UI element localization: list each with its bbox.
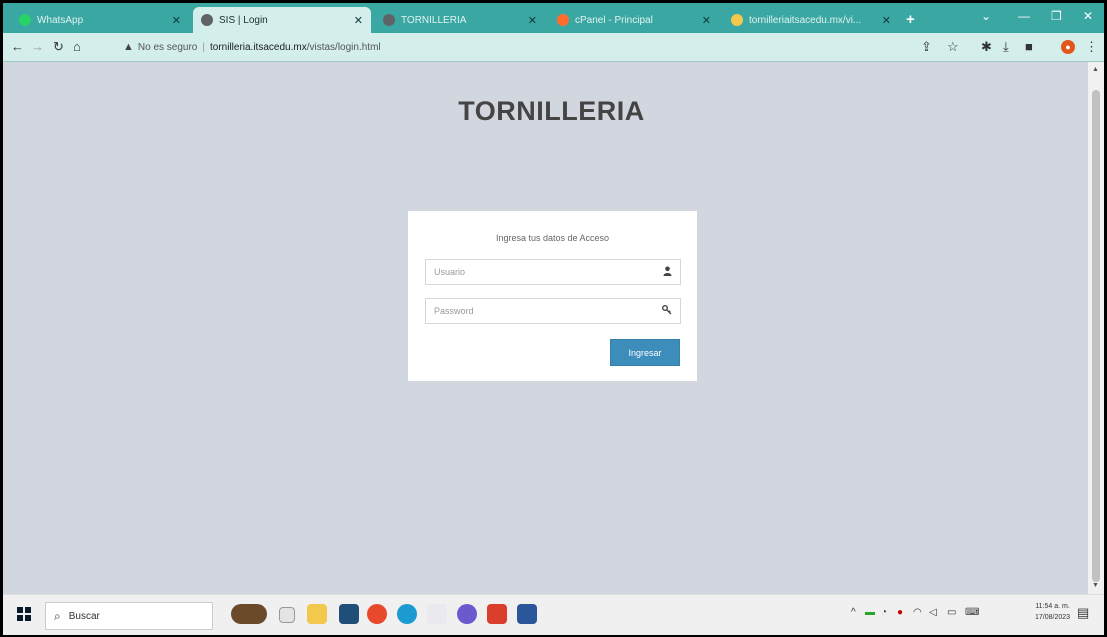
menu-icon[interactable]: ⋮ — [1085, 39, 1098, 55]
whatsapp-icon — [19, 14, 31, 26]
home-icon[interactable]: ⌂ — [73, 39, 81, 54]
star-icon[interactable]: ☆ — [947, 39, 959, 55]
browser-toolbar: ← → ↻ ⌂ ▲ No es seguro | tornilleria.its… — [3, 33, 1104, 62]
tab-title: tornilleriaitsacedu.mx/vi... — [749, 14, 862, 26]
new-tab-icon[interactable]: + — [906, 11, 915, 28]
scrollbar-thumb[interactable] — [1092, 90, 1100, 582]
forward-arrow-icon[interactable]: → — [31, 39, 44, 54]
scroll-down-icon[interactable]: ▼ — [1092, 582, 1099, 589]
password-field[interactable] — [425, 298, 681, 324]
network-icon[interactable]: ◔ — [881, 607, 887, 618]
word-icon[interactable] — [517, 604, 537, 624]
username-input[interactable] — [426, 260, 662, 284]
password-input[interactable] — [426, 299, 662, 323]
sidebar-icon[interactable]: ■ — [1025, 39, 1033, 54]
wifi-icon[interactable]: ◠ — [913, 607, 922, 618]
close-tab-icon[interactable]: ✕ — [702, 14, 711, 27]
close-window-icon[interactable]: ✕ — [1083, 9, 1093, 23]
store-icon[interactable] — [339, 604, 359, 624]
tab-sis-login[interactable]: SIS | Login ✕ — [193, 7, 371, 33]
key-icon — [662, 305, 672, 318]
app-a-icon[interactable] — [427, 604, 447, 624]
tab-title: WhatsApp — [37, 14, 84, 26]
search-icon: ⌕ — [54, 608, 61, 623]
volume-icon[interactable]: ◁ — [929, 607, 937, 618]
tab-cpanel[interactable]: cPanel - Principal ✕ — [549, 7, 719, 33]
user-icon — [663, 266, 672, 279]
close-tab-icon[interactable]: ✕ — [354, 14, 363, 27]
warning-icon: ▲ — [123, 41, 134, 53]
chevron-up-icon[interactable]: ^ — [851, 607, 856, 618]
download-icon[interactable]: ⤓ — [1003, 39, 1009, 55]
tab-tornilleria-url[interactable]: tornilleriaitsacedu.mx/vi... ✕ — [723, 7, 899, 33]
globe-icon — [201, 14, 213, 26]
battery-icon[interactable]: ▬ — [865, 607, 875, 618]
chevron-down-icon[interactable]: ⌄ — [981, 9, 991, 23]
tab-title: TORNILLERIA — [401, 14, 467, 26]
scrollbar[interactable]: ▲ ▼ — [1088, 62, 1104, 594]
tab-title: SIS | Login — [219, 14, 268, 26]
antivirus-icon[interactable]: ● — [897, 607, 903, 618]
clock-time: 11:54 a. m. — [1035, 603, 1070, 610]
notifications-icon[interactable]: ▤ — [1077, 605, 1089, 621]
profile-avatar-icon[interactable]: ● — [1061, 40, 1075, 54]
back-arrow-icon[interactable]: ← — [11, 39, 24, 54]
globe-icon — [383, 14, 395, 26]
share-icon[interactable]: ⇪ — [921, 39, 932, 55]
taskbar-clock[interactable]: 11:54 a. m. 17/08/2023 — [1035, 601, 1070, 623]
scroll-up-icon[interactable]: ▲ — [1092, 66, 1099, 73]
edge-icon[interactable] — [397, 604, 417, 624]
extension-icon[interactable]: ✱ — [981, 39, 992, 55]
cpanel-icon — [557, 14, 569, 26]
search-placeholder: Buscar — [68, 610, 100, 622]
login-button[interactable]: Ingresar — [610, 339, 680, 366]
chrome-icon[interactable] — [367, 604, 387, 624]
windows-start-icon[interactable] — [17, 607, 31, 621]
close-tab-icon[interactable]: ✕ — [172, 14, 181, 27]
url-host: tornilleria.itsacedu.mx — [209, 41, 307, 53]
chrome-alt-icon[interactable] — [487, 604, 507, 624]
keyboard-icon[interactable]: ⌨ — [965, 607, 979, 618]
tab-tornilleria[interactable]: TORNILLERIA ✕ — [375, 7, 545, 33]
tab-title: cPanel - Principal — [575, 14, 653, 26]
task-view-icon[interactable] — [279, 607, 295, 623]
address-bar[interactable]: ▲ No es seguro | tornilleria.itsacedu.mx… — [123, 37, 943, 57]
clock-date: 17/08/2023 — [1035, 614, 1071, 621]
app-circle-icon[interactable] — [457, 604, 477, 624]
login-box: Ingresa tus datos de Acceso Ingresar — [408, 211, 697, 381]
language-icon[interactable]: ▭ — [947, 607, 956, 618]
weather-widget-icon[interactable] — [231, 604, 267, 624]
separator: | — [202, 41, 205, 53]
close-tab-icon[interactable]: ✕ — [528, 14, 537, 27]
folder-icon — [731, 14, 743, 26]
close-tab-icon[interactable]: ✕ — [882, 14, 891, 27]
username-field[interactable] — [425, 259, 681, 285]
file-explorer-icon[interactable] — [307, 604, 327, 624]
taskbar-search[interactable]: ⌕ Buscar — [45, 602, 213, 630]
reload-icon[interactable]: ↻ — [53, 39, 64, 55]
page-title: TORNILLERIA — [458, 96, 645, 126]
tab-whatsapp[interactable]: WhatsApp ✕ — [11, 7, 189, 33]
browser-tab-strip: WhatsApp ✕ SIS | Login ✕ TORNILLERIA ✕ c… — [3, 3, 1104, 33]
login-message: Ingresa tus datos de Acceso — [495, 233, 610, 243]
restore-icon[interactable]: ❐ — [1051, 9, 1062, 23]
minimize-icon[interactable]: — — [1018, 9, 1030, 23]
security-label: No es seguro — [137, 41, 198, 53]
url-path: /vistas/login.html — [306, 41, 381, 53]
windows-taskbar: ⌕ Buscar ^ ▬ ◔ ● ◠ ◁ ▭ ⌨ 11:54 a. m. 17/… — [3, 594, 1104, 635]
